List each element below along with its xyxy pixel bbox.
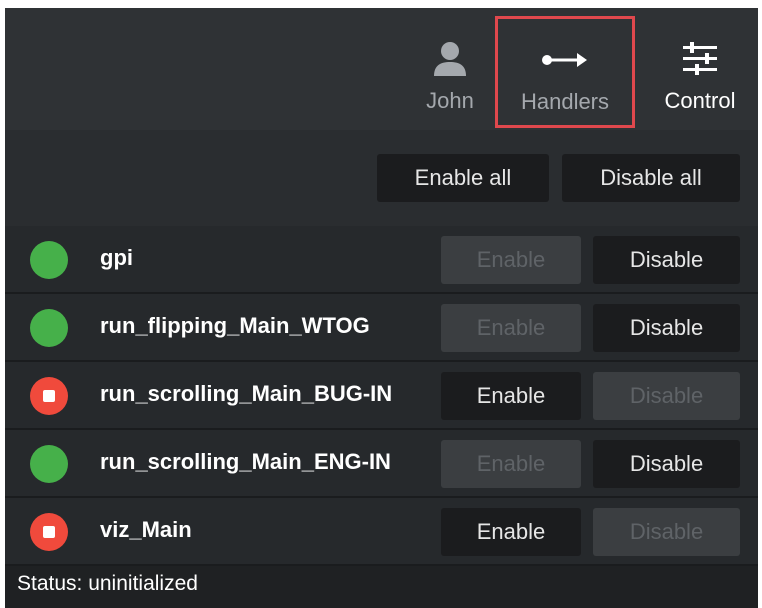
status-stopped-icon (30, 377, 68, 415)
handler-row: gpi Enable Disable (5, 226, 758, 294)
handler-name: run_scrolling_Main_BUG-IN (100, 381, 393, 406)
status-stopped-icon (30, 513, 68, 551)
handler-name: run_flipping_Main_WTOG (100, 313, 370, 338)
status-running-icon (30, 241, 68, 279)
nav-handlers-label: Handlers (520, 89, 610, 114)
nav-control[interactable]: Control (651, 8, 749, 130)
arrow-right-icon (541, 41, 589, 79)
enable-button[interactable]: Enable (441, 440, 581, 488)
disable-button[interactable]: Disable (593, 508, 740, 556)
sliders-icon (681, 40, 719, 78)
top-navigation: John Handlers Control (5, 8, 758, 130)
nav-user[interactable]: John (417, 8, 483, 130)
disable-button[interactable]: Disable (593, 372, 740, 420)
handler-row: run_scrolling_Main_ENG-IN Enable Disable (5, 430, 758, 498)
disable-all-button[interactable]: Disable all (562, 154, 740, 202)
status-text: Status: uninitialized (17, 572, 198, 595)
disable-button[interactable]: Disable (593, 440, 740, 488)
nav-user-label: John (426, 88, 474, 113)
enable-button[interactable]: Enable (441, 236, 581, 284)
handler-row: run_scrolling_Main_BUG-IN Enable Disable (5, 362, 758, 430)
status-running-icon (30, 445, 68, 483)
status-running-icon (30, 309, 68, 347)
enable-button[interactable]: Enable (441, 372, 581, 420)
bulk-action-bar: Enable all Disable all (5, 130, 758, 226)
disable-button[interactable]: Disable (593, 236, 740, 284)
handler-name: viz_Main (100, 517, 192, 542)
enable-button[interactable]: Enable (441, 304, 581, 352)
handler-row: run_flipping_Main_WTOG Enable Disable (5, 294, 758, 362)
user-icon (433, 40, 467, 78)
enable-button[interactable]: Enable (441, 508, 581, 556)
handler-name: run_scrolling_Main_ENG-IN (100, 449, 391, 474)
handler-row: viz_Main Enable Disable (5, 498, 758, 566)
enable-all-button[interactable]: Enable all (377, 154, 549, 202)
handler-name: gpi (100, 245, 133, 270)
disable-button[interactable]: Disable (593, 304, 740, 352)
nav-control-label: Control (664, 88, 736, 113)
nav-handlers[interactable]: Handlers (495, 16, 635, 128)
app-window: John Handlers Control Enable all Disable… (5, 8, 758, 608)
